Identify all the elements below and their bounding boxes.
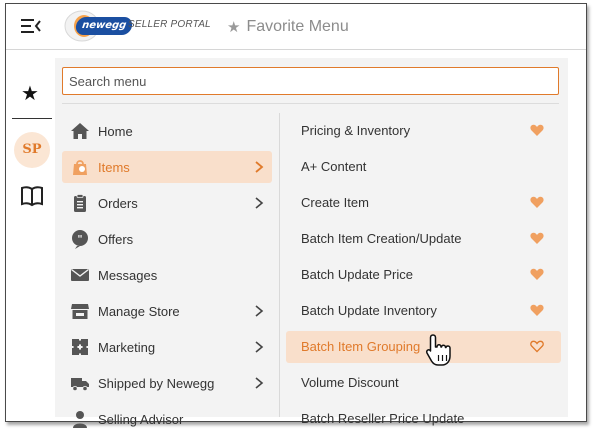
submenu-label: Batch Reseller Price Update <box>301 411 465 426</box>
rail-divider <box>12 118 52 119</box>
submenu-item-batch-reseller-price[interactable]: Batch Reseller Price Update <box>286 403 561 435</box>
search-menu-input[interactable] <box>62 67 559 95</box>
heart-outline-icon[interactable] <box>530 340 544 353</box>
category-label: Manage Store <box>98 303 180 319</box>
submenu-label: Pricing & Inventory <box>301 123 411 138</box>
category-label: Marketing <box>98 339 156 355</box>
favorite-menu-label: Favorite Menu <box>246 18 349 35</box>
heart-filled-icon[interactable] <box>530 196 544 209</box>
submenu-item-volume-discount[interactable]: Volume Discount <box>286 367 561 399</box>
category-label: Offers <box>98 231 134 247</box>
submenu-label: Create Item <box>301 195 369 210</box>
category-messages[interactable]: Messages <box>62 259 272 291</box>
favorite-menu-button[interactable]: ★ Favorite Menu <box>227 16 349 38</box>
category-shipped-by-newegg[interactable]: Shipped by Newegg <box>62 367 272 399</box>
submenu-item-a-plus-content[interactable]: A+ Content <box>286 151 561 183</box>
heart-filled-icon[interactable] <box>530 268 544 281</box>
chevron-right-icon <box>255 341 264 353</box>
category-orders[interactable]: Orders <box>62 187 272 219</box>
seller-portal-avatar[interactable]: SP <box>14 132 50 168</box>
logo-brand-text: newegg <box>74 17 134 35</box>
submenu-label: Volume Discount <box>301 375 399 390</box>
star-icon: ★ <box>227 19 241 36</box>
hand-pointer-cursor-icon <box>425 334 451 366</box>
home-icon <box>71 123 89 139</box>
submenu-label: Batch Update Inventory <box>301 303 437 318</box>
category-label: Orders <box>98 195 138 211</box>
chevron-right-icon <box>255 161 264 173</box>
clipboard-icon <box>74 194 86 212</box>
category-label: Shipped by Newegg <box>98 375 215 391</box>
submenu-item-batch-update-inventory[interactable]: Batch Update Inventory <box>286 295 561 327</box>
category-offers[interactable]: " Offers <box>62 223 272 255</box>
chevron-right-icon <box>255 377 264 389</box>
book-icon[interactable] <box>20 185 44 207</box>
category-items[interactable]: Items <box>62 151 272 183</box>
newegg-logo[interactable]: newegg SELLER PORTAL <box>62 8 211 44</box>
left-rail: ★ SP <box>6 50 59 421</box>
puzzle-icon <box>72 339 88 355</box>
submenu-item-create-item[interactable]: Create Item <box>286 187 561 219</box>
offers-quote-icon: " <box>72 230 88 249</box>
shopping-bag-icon <box>73 160 87 175</box>
chevron-right-icon <box>255 197 264 209</box>
submenu-item-batch-item-creation[interactable]: Batch Item Creation/Update <box>286 223 561 255</box>
menu-collapse-icon[interactable] <box>20 16 42 36</box>
heart-filled-icon[interactable] <box>530 232 544 245</box>
category-label: Home <box>98 123 133 139</box>
favorites-star-icon[interactable]: ★ <box>21 81 39 106</box>
category-manage-store[interactable]: Manage Store <box>62 295 272 327</box>
category-marketing[interactable]: Marketing <box>62 331 272 363</box>
submenu-item-batch-update-price[interactable]: Batch Update Price <box>286 259 561 291</box>
column-divider <box>279 113 280 417</box>
envelope-icon <box>71 268 89 281</box>
logo-portal-text: SELLER PORTAL <box>128 19 211 30</box>
heart-filled-icon[interactable] <box>530 124 544 137</box>
submenu-label: A+ Content <box>301 159 367 174</box>
top-bar: newegg SELLER PORTAL ★ Favorite Menu <box>6 4 586 50</box>
submenu-label: Batch Item Creation/Update <box>301 231 462 246</box>
chevron-right-icon <box>255 305 264 317</box>
submenu-label: Batch Update Price <box>301 267 414 282</box>
category-selling-advisor[interactable]: Selling Advisor <box>62 403 272 435</box>
advisor-icon <box>73 411 87 428</box>
submenu-item-pricing-inventory[interactable]: Pricing & Inventory <box>286 115 561 147</box>
category-label: Selling Advisor <box>98 411 184 427</box>
category-home[interactable]: Home <box>62 115 272 147</box>
search-divider <box>62 103 559 104</box>
truck-icon <box>71 378 89 392</box>
category-label: Messages <box>98 267 158 283</box>
storefront-icon <box>71 304 89 319</box>
heart-filled-icon[interactable] <box>530 304 544 317</box>
submenu-label: Batch Item Grouping <box>301 339 421 354</box>
svg-text:": " <box>77 234 82 245</box>
category-label: Items <box>98 159 130 175</box>
